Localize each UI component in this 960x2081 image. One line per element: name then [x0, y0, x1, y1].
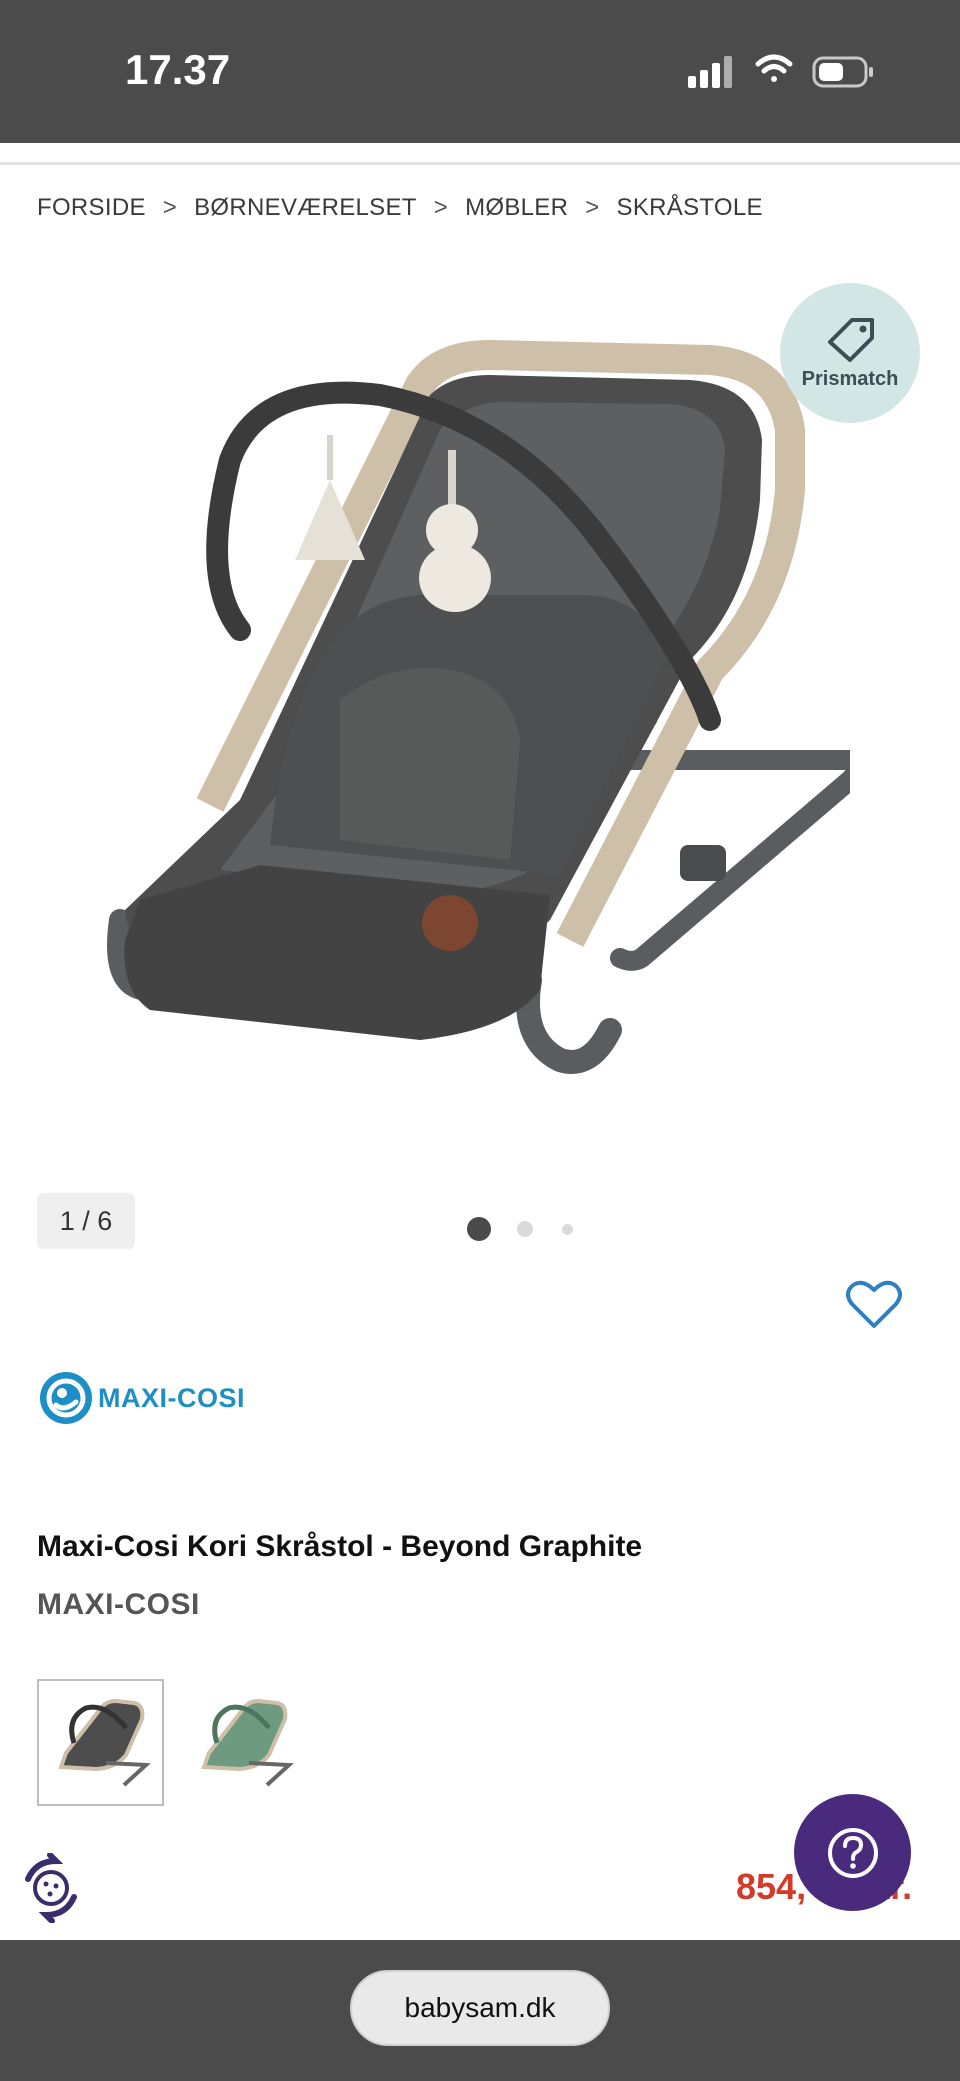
header-divider: [0, 162, 960, 165]
accessibility-icon[interactable]: [16, 1853, 86, 1923]
breadcrumb-separator: >: [433, 194, 449, 221]
variant-thumbnail-green[interactable]: [180, 1679, 307, 1806]
product-title: Maxi-Cosi Kori Skråstol - Beyond Graphit…: [37, 1530, 643, 1563]
prismatch-label: Prismatch: [801, 367, 899, 390]
gallery-counter: 1 / 6: [37, 1193, 135, 1249]
brand-logo-wordmark: MAXI-COSI: [98, 1382, 246, 1413]
product-image[interactable]: [90, 340, 850, 1110]
browser-bottom-bar: babysam.dk: [0, 1940, 960, 2081]
breadcrumb-skrastole[interactable]: SKRÅSTOLE: [617, 194, 763, 222]
help-chat-button[interactable]: [794, 1794, 911, 1911]
signal-icon: [688, 56, 732, 88]
prismatch-badge[interactable]: Prismatch: [780, 283, 920, 423]
breadcrumb-forside[interactable]: FORSIDE: [37, 194, 146, 222]
battery-icon: [812, 56, 873, 88]
variant-green-image: [200, 1698, 294, 1786]
breadcrumb-mobler[interactable]: MØBLER: [465, 194, 568, 222]
breadcrumb: FORSIDE > BØRNEVÆRELSET > MØBLER > SKRÅS…: [37, 193, 763, 223]
url-bar[interactable]: babysam.dk: [350, 1970, 610, 2046]
wishlist-heart-icon[interactable]: [846, 1280, 902, 1330]
breadcrumb-bornevaerelset[interactable]: BØRNEVÆRELSET: [194, 194, 417, 222]
carousel-dot[interactable]: [467, 1217, 491, 1241]
variant-graphite-image: [57, 1698, 151, 1786]
product-brand[interactable]: MAXI-COSI: [37, 1588, 200, 1622]
question-mark-icon: [827, 1827, 878, 1878]
maxi-cosi-logo-icon: [40, 1372, 92, 1424]
price-amount: 854,: [736, 1866, 807, 1907]
status-icons: [688, 54, 873, 88]
variant-thumbnail-graphite[interactable]: [37, 1679, 164, 1806]
breadcrumb-separator: >: [162, 194, 178, 221]
brand-logo[interactable]: MAXI-COSI: [40, 1368, 280, 1428]
price-tag-icon: [828, 317, 874, 362]
status-bar: 17.37: [0, 0, 960, 143]
carousel-dots: [467, 1216, 587, 1242]
status-time: 17.37: [125, 46, 231, 93]
carousel-dot[interactable]: [562, 1224, 573, 1235]
carousel-dot[interactable]: [517, 1221, 533, 1237]
breadcrumb-separator: >: [585, 194, 600, 221]
wifi-icon: [755, 54, 793, 82]
